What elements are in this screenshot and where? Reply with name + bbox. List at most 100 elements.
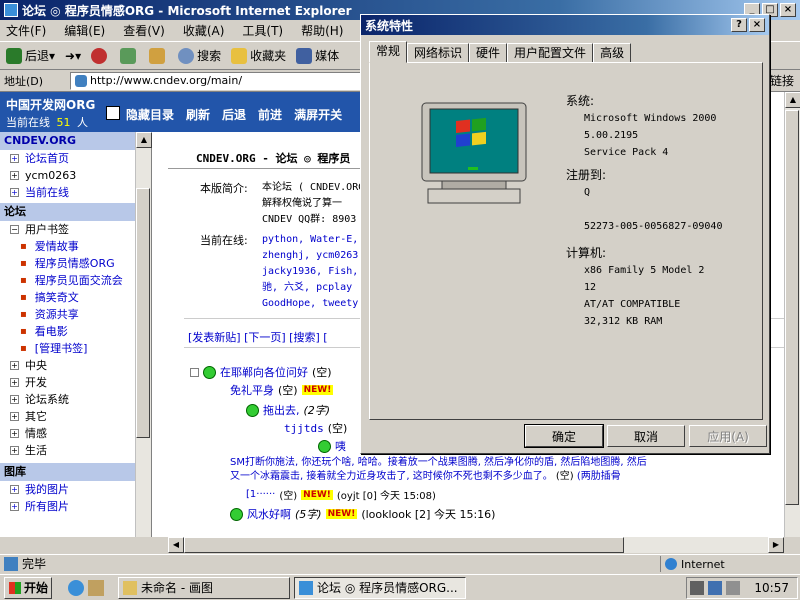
network-icon[interactable] <box>708 581 723 595</box>
close-button[interactable]: × <box>780 3 796 17</box>
media-button[interactable]: 媒体 <box>296 47 339 64</box>
dialog-tabs: 常规 网络标识 硬件 用户配置文件 高级 <box>369 41 632 63</box>
sidebar-item-dev[interactable]: + 开发 <box>0 374 135 391</box>
sidebar-item-emotion[interactable]: + 情感 <box>0 425 135 442</box>
favorites-button[interactable]: 收藏夹 <box>231 47 286 64</box>
printer-icon[interactable] <box>726 581 741 595</box>
online-users-line[interactable]: 驰, 六爻, pcplay <box>262 280 358 296</box>
home-button[interactable] <box>149 47 168 64</box>
general-tab-panel: 系统: Microsoft Windows 2000 5.00.2195 Ser… <box>369 62 763 420</box>
ok-button[interactable]: 确定 <box>524 424 604 448</box>
nav-fullscreen[interactable]: 满屏开关 <box>294 106 342 123</box>
search-button[interactable]: 搜索 <box>178 47 221 64</box>
post-row[interactable]: 在耶郸向各位问好 (空) <box>190 364 332 380</box>
sidebar-item-life[interactable]: + 生活 <box>0 442 135 459</box>
ie-statusbar: 完毕 Internet <box>0 554 800 572</box>
menu-help[interactable]: 帮助(H) <box>301 22 343 39</box>
forum-action-links[interactable]: [发表新贴] [下一页] [搜索] [ <box>188 329 328 345</box>
post-row[interactable]: 免礼平身 (空) NEW! <box>230 382 334 398</box>
sidebar-item-online[interactable]: + 当前在线 <box>0 184 135 201</box>
media-icon <box>296 47 313 64</box>
online-users-line[interactable]: python, Water-E, <box>262 232 358 248</box>
start-button[interactable]: 开始 <box>4 576 52 599</box>
sidebar-item-my-pictures[interactable]: + 我的图片 <box>0 481 135 498</box>
sidebar-item-bookmarks[interactable]: − 用户书签 <box>0 221 135 238</box>
desktop-quicklaunch-icon[interactable] <box>88 579 104 596</box>
bookmark-manage[interactable]: [管理书签] <box>0 340 135 357</box>
bookmark-resources[interactable]: 资源共享 <box>0 306 135 323</box>
menu-favorites[interactable]: 收藏(A) <box>183 22 225 39</box>
links-button[interactable]: 链接 <box>770 72 794 89</box>
menu-edit[interactable]: 编辑(E) <box>64 22 105 39</box>
menu-list-icon[interactable] <box>106 106 120 120</box>
online-prefix: 当前在线 <box>6 116 50 129</box>
dialog-titlebar[interactable]: 系统特性 ? × <box>361 15 769 35</box>
nav-back[interactable]: 后退 <box>222 106 246 123</box>
help-button[interactable]: ? <box>731 18 747 32</box>
menu-view[interactable]: 查看(V) <box>123 22 165 39</box>
cancel-button[interactable]: 取消 <box>607 425 685 447</box>
bookmark-programmer-emotion[interactable]: 程序员情感ORG <box>0 255 135 272</box>
scroll-up-arrow[interactable]: ▲ <box>136 132 152 148</box>
online-users-line[interactable]: jacky1936, Fish, <box>262 264 358 280</box>
tab-user-profiles[interactable]: 用户配置文件 <box>507 43 594 63</box>
bookmark-funny[interactable]: 搞笑奇文 <box>0 289 135 306</box>
apply-button[interactable]: 应用(A) <box>689 425 767 447</box>
dialog-close-button[interactable]: × <box>749 18 765 32</box>
stop-button[interactable] <box>91 47 110 64</box>
post-row[interactable]: SM打断你施法, 你还玩个啥, 哈哈。接着放一个战果图腾, 然后净化你的盾, 然… <box>230 456 770 484</box>
nav-hide-dir[interactable]: 隐藏目录 <box>126 106 174 123</box>
menu-file[interactable]: 文件(F) <box>6 22 46 39</box>
task-paint[interactable]: 未命名 - 画图 <box>118 576 290 599</box>
task-ie[interactable]: 论坛 ◎ 程序员情感ORG... <box>294 576 466 599</box>
bookmark-meetup[interactable]: 程序员见面交流会 <box>0 272 135 289</box>
scroll-thumb[interactable] <box>785 110 799 505</box>
intro-line: CNDEV QQ群: 8903 <box>262 214 357 225</box>
scroll-up-arrow[interactable]: ▲ <box>785 92 800 108</box>
ie-icon <box>4 3 18 17</box>
address-label: 地址(D) <box>4 74 44 88</box>
sidebar-item-home[interactable]: + 论坛首页 <box>0 150 135 167</box>
online-users-line[interactable]: GoodHope, tweety <box>262 296 358 312</box>
volume-icon[interactable] <box>690 581 705 595</box>
bookmark-love-story[interactable]: 爱情故事 <box>0 238 135 255</box>
ie-quicklaunch-icon[interactable] <box>68 579 84 596</box>
tab-advanced[interactable]: 高级 <box>593 43 632 63</box>
tab-hardware[interactable]: 硬件 <box>469 43 508 63</box>
tab-general[interactable]: 常规 <box>369 41 408 63</box>
forward-button[interactable]: ➜ ▾ <box>65 49 81 63</box>
post-row[interactable]: 拖出去, (2字) <box>246 402 330 418</box>
system-label: 系统: <box>566 94 595 108</box>
post-row[interactable]: 咦 <box>318 438 346 454</box>
post-row[interactable]: tjjtds (空) <box>284 420 347 436</box>
tab-network-id[interactable]: 网络标识 <box>407 43 470 63</box>
menu-tools[interactable]: 工具(T) <box>242 22 283 39</box>
post-row[interactable]: [1······ (空) NEW! (oyjt [0] 今天 15:08) <box>246 487 436 502</box>
page-scrollbar[interactable]: ▲ <box>784 92 800 537</box>
computer-info-line: 32,312 KB RAM <box>584 316 663 327</box>
scroll-thumb[interactable] <box>136 188 150 438</box>
sidebar-scrollbar[interactable]: ▲ <box>135 132 152 537</box>
sidebar-item-user[interactable]: + ycm0263 <box>0 167 135 184</box>
sidebar-item-all-pictures[interactable]: + 所有图片 <box>0 498 135 515</box>
system-tray: 10:57 <box>686 577 798 599</box>
scroll-right-arrow[interactable]: ▶ <box>768 537 784 553</box>
post-row[interactable]: 风水好啊 (5字) NEW! (looklook [2] 今天 15:16) <box>230 506 495 522</box>
refresh-button[interactable] <box>120 47 139 64</box>
favorites-icon <box>231 47 248 64</box>
hscroll-thumb[interactable] <box>184 537 624 553</box>
nav-refresh[interactable]: 刷新 <box>186 106 210 123</box>
clock[interactable]: 10:57 <box>754 581 789 595</box>
scroll-left-arrow[interactable]: ◀ <box>168 537 184 553</box>
bookmark-movies[interactable]: 看电影 <box>0 323 135 340</box>
windows-computer-icon <box>421 102 527 204</box>
forum-header: CNDEV.ORG - 论坛 ◎ 程序员 <box>196 152 351 165</box>
page-hscrollbar[interactable]: ◀ ▶ <box>168 537 784 553</box>
back-button[interactable]: 后退 ▾ <box>6 47 55 64</box>
sidebar-item-other[interactable]: + 其它 <box>0 408 135 425</box>
status-text: 完毕 <box>22 557 47 571</box>
online-users-line[interactable]: zhenghj, ycm0263 <box>262 248 358 264</box>
nav-forward[interactable]: 前进 <box>258 106 282 123</box>
sidebar-item-central[interactable]: + 中央 <box>0 357 135 374</box>
sidebar-item-forum-system[interactable]: + 论坛系统 <box>0 391 135 408</box>
